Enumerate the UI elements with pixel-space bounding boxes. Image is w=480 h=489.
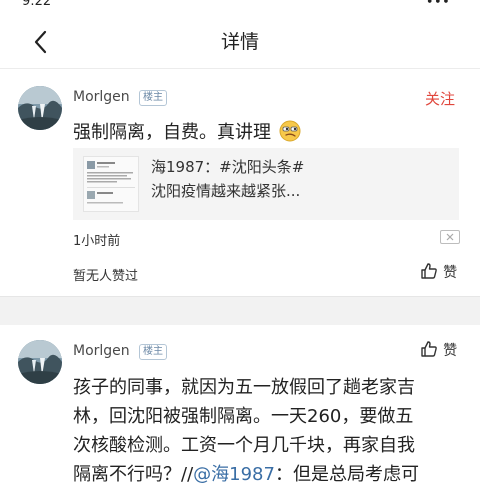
avatar-image	[18, 86, 62, 130]
username[interactable]: Morlgen	[73, 89, 130, 105]
thumbnail-image	[84, 157, 138, 211]
reply-op-badge: 楼主	[139, 344, 167, 360]
reply-text-line: 次核酸检测。工资一个月几千块，再家自我	[73, 435, 415, 456]
thumbs-up-icon	[421, 263, 437, 279]
post-timestamp: 1小时前	[73, 234, 121, 249]
post-text: 强制隔离，自费。真讲理	[73, 118, 301, 147]
thumbs-up-icon	[421, 341, 437, 357]
page-title: 详情	[220, 31, 259, 53]
quoted-post-excerpt: 沈阳疫情越来越紧张...	[151, 182, 301, 200]
like-label: 赞	[443, 265, 458, 281]
op-badge: 楼主	[139, 90, 167, 106]
no-likes-text: 暂无人赞过	[73, 269, 139, 284]
mention-link[interactable]: @海1987	[193, 464, 275, 485]
avatar-image	[18, 340, 62, 384]
section-divider	[0, 296, 480, 325]
status-time: 9:22	[22, 0, 52, 9]
avatar[interactable]	[18, 86, 62, 130]
reply-text-line: 隔离不行吗？//@海1987：但是总局考虑可	[73, 460, 473, 489]
smirk-emoji-icon	[279, 120, 301, 142]
quoted-post-card[interactable]: 海1987：#沈阳头条# 沈阳疫情越来越紧张...	[73, 148, 459, 220]
reply-text-line: 孩子的同事，就因为五一放假回了趟老家吉	[73, 377, 415, 398]
status-bar: 9:22 ∙∙∙	[0, 0, 480, 14]
reply-like-label: 赞	[443, 343, 458, 359]
reply-like-button[interactable]: 赞	[420, 340, 457, 360]
reply-text-segment: ：但是总局考虑可	[274, 464, 419, 485]
post-text-content: 强制隔离，自费。真讲理	[73, 122, 271, 143]
nav-bar: 详情	[0, 14, 480, 69]
follow-button[interactable]: 关注	[425, 88, 455, 109]
reply-text-line: 林，回沈阳被强制隔离。一天260，要做五	[73, 406, 414, 427]
quoted-post-thumbnail	[83, 156, 139, 212]
quoted-post-title: 海1987：#沈阳头条#	[151, 158, 305, 176]
status-indicators: ∙∙∙	[425, 0, 450, 9]
reply-username[interactable]: Morlgen	[73, 343, 130, 359]
more-options-button[interactable]	[440, 230, 460, 244]
reply-avatar[interactable]	[18, 340, 62, 384]
close-icon	[446, 233, 454, 241]
like-button[interactable]: 赞	[420, 262, 457, 282]
reply-text-segment: 隔离不行吗？//	[73, 464, 194, 485]
reply-text: 孩子的同事，就因为五一放假回了趟老家吉 林，回沈阳被强制隔离。一天260，要做五…	[73, 373, 473, 489]
